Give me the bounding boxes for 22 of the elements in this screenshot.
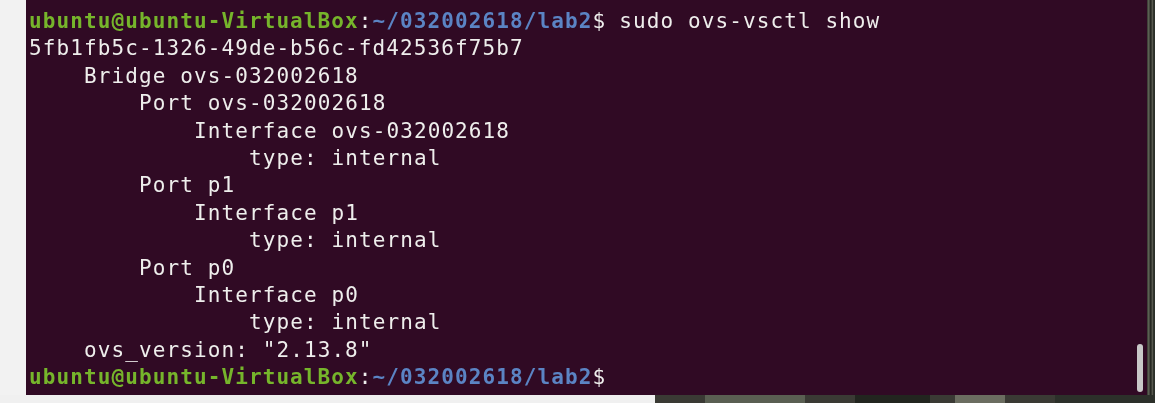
command-text: sudo ovs-vsctl show — [619, 8, 881, 35]
prompt-separator: : — [358, 8, 373, 35]
output-line: Port p1 — [139, 172, 236, 200]
prompt-path: ~/032002618/lab2 — [372, 8, 593, 35]
output-line: Interface p1 — [194, 199, 359, 227]
output-line: Bridge ovs-032002618 — [84, 62, 359, 90]
output-line: Interface ovs-032002618 — [194, 117, 511, 145]
output-line: type: internal — [249, 309, 442, 337]
prompt-symbol: $ — [592, 364, 607, 392]
output-line: Port p0 — [139, 254, 236, 282]
output-line: type: internal — [249, 227, 442, 255]
prompt-user-host: ubuntu@ubuntu-VirtualBox — [29, 8, 359, 35]
scrollbar-thumb[interactable] — [1137, 344, 1143, 392]
output-line: Interface p0 — [194, 281, 359, 309]
output-line: type: internal — [249, 144, 442, 172]
output-line: Port ovs-032002618 — [139, 90, 387, 118]
prompt-symbol: $ — [592, 8, 607, 35]
output-line: ovs_version: "2.13.8" — [84, 336, 373, 364]
output-line: 5fb1fb5c-1326-49de-b56c-fd42536f75b7 — [29, 35, 524, 63]
prompt-path: ~/032002618/lab2 — [372, 364, 593, 392]
prompt-user-host: ubuntu@ubuntu-VirtualBox — [29, 364, 359, 392]
prompt-separator: : — [358, 364, 373, 392]
